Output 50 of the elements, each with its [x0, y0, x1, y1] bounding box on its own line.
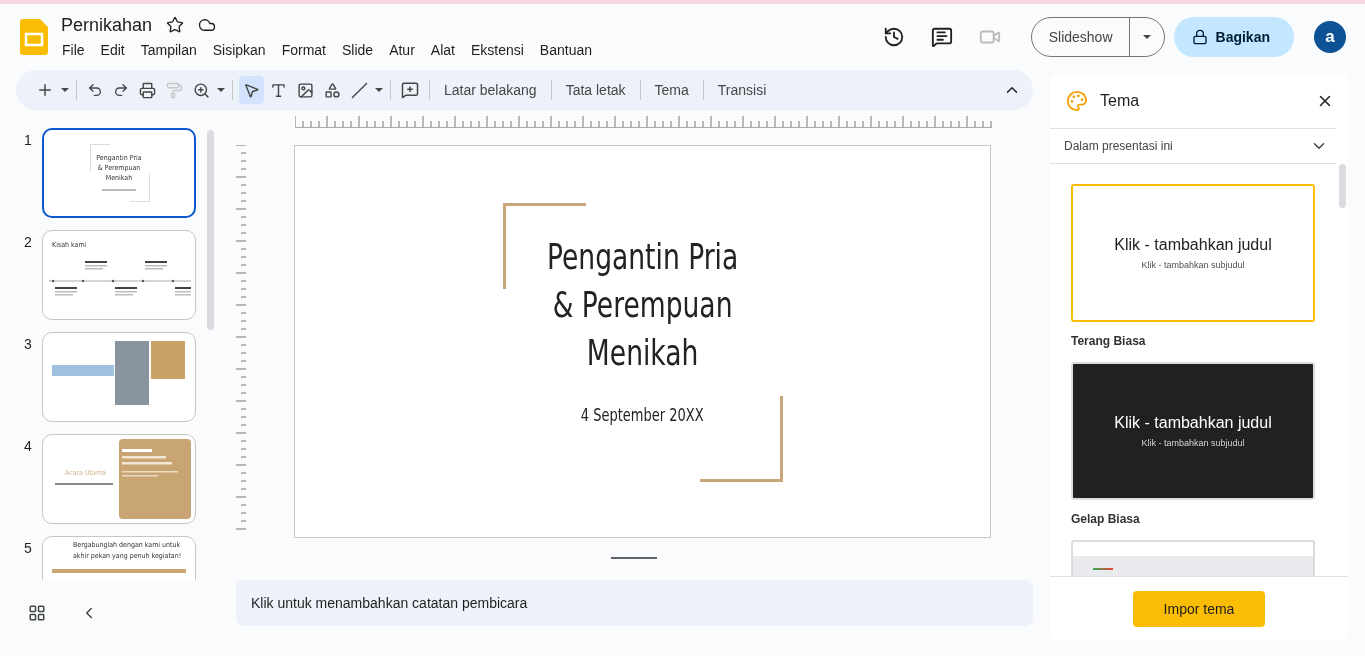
menu-item[interactable]: Atur	[381, 39, 423, 60]
menu-item[interactable]: Slide	[334, 39, 382, 60]
comment-icon[interactable]	[930, 26, 953, 48]
slide-number: 4	[24, 438, 32, 454]
star-icon[interactable]	[166, 16, 185, 34]
slide-number: 5	[24, 540, 32, 556]
slide-subtitle[interactable]: 4 September 20XX	[581, 404, 704, 425]
theme-name: Gelap Biasa	[1071, 512, 1141, 526]
menu-item[interactable]: File	[54, 39, 93, 60]
slide-title[interactable]: Pengantin Pria & Perempuan Menikah	[546, 232, 739, 377]
caret-icon[interactable]	[60, 85, 70, 95]
scrollbar[interactable]	[1339, 164, 1346, 208]
account-avatar[interactable]: a	[1314, 21, 1346, 53]
palette-icon	[1066, 90, 1088, 112]
toolbar-button[interactable]: Tata letak	[557, 76, 634, 104]
document-title[interactable]: Pernikahan	[61, 14, 153, 36]
scrollbar[interactable]	[207, 130, 214, 330]
grid-view-icon[interactable]	[28, 604, 46, 622]
menu-item[interactable]: Ekstensi	[462, 39, 532, 60]
slide-thumbnail[interactable]	[42, 332, 196, 422]
menu-item[interactable]: Tampilan	[132, 39, 205, 60]
import-theme-button[interactable]: Impor tema	[1133, 590, 1265, 627]
toolbar-button[interactable]: Transisi	[709, 76, 775, 104]
text-line-drawing	[55, 483, 113, 486]
lock-icon	[1191, 29, 1208, 45]
history-icon[interactable]	[882, 26, 905, 48]
slide-number: 1	[24, 132, 32, 148]
resize-handle[interactable]	[611, 557, 657, 559]
speaker-notes-field[interactable]: Klik untuk menambahkan catatan pembicara	[236, 580, 1033, 626]
theme-name: Terang Biasa	[1071, 334, 1147, 348]
slide-canvas[interactable]: Pengantin Pria & Perempuan Menikah 4 September 20XX	[294, 145, 991, 538]
photo-placeholder	[151, 341, 185, 379]
menu-item[interactable]: Alat	[422, 39, 463, 60]
panel-title: Tema	[1100, 92, 1141, 110]
pointer-icon[interactable]	[239, 76, 264, 104]
theme-filter-dropdown[interactable]: Dalam presentasi ini	[1050, 128, 1336, 164]
share-button[interactable]: Bagikan	[1173, 17, 1294, 57]
menu-item[interactable]: Sisipkan	[204, 39, 274, 60]
menu-item[interactable]: Bantuan	[531, 39, 601, 60]
cloud-icon[interactable]	[198, 16, 217, 34]
caret-icon[interactable]	[216, 85, 226, 95]
slide-number: 3	[24, 336, 32, 352]
theme-preview[interactable]: Klik - tambahkan judul Klik - tambahkan subjudul	[1071, 184, 1315, 322]
theme-preview[interactable]: Klik - tambahkan judul Klik - tambahkan subjudul	[1071, 362, 1315, 500]
menu-item[interactable]: Format	[273, 39, 334, 60]
toolbar-button[interactable]: Tema	[646, 76, 697, 104]
menu-item[interactable]: Edit	[92, 39, 133, 60]
toolbar-button[interactable]: Latar belakang	[436, 76, 545, 104]
caret-icon[interactable]	[374, 85, 384, 95]
slide-number: 2	[24, 234, 32, 250]
